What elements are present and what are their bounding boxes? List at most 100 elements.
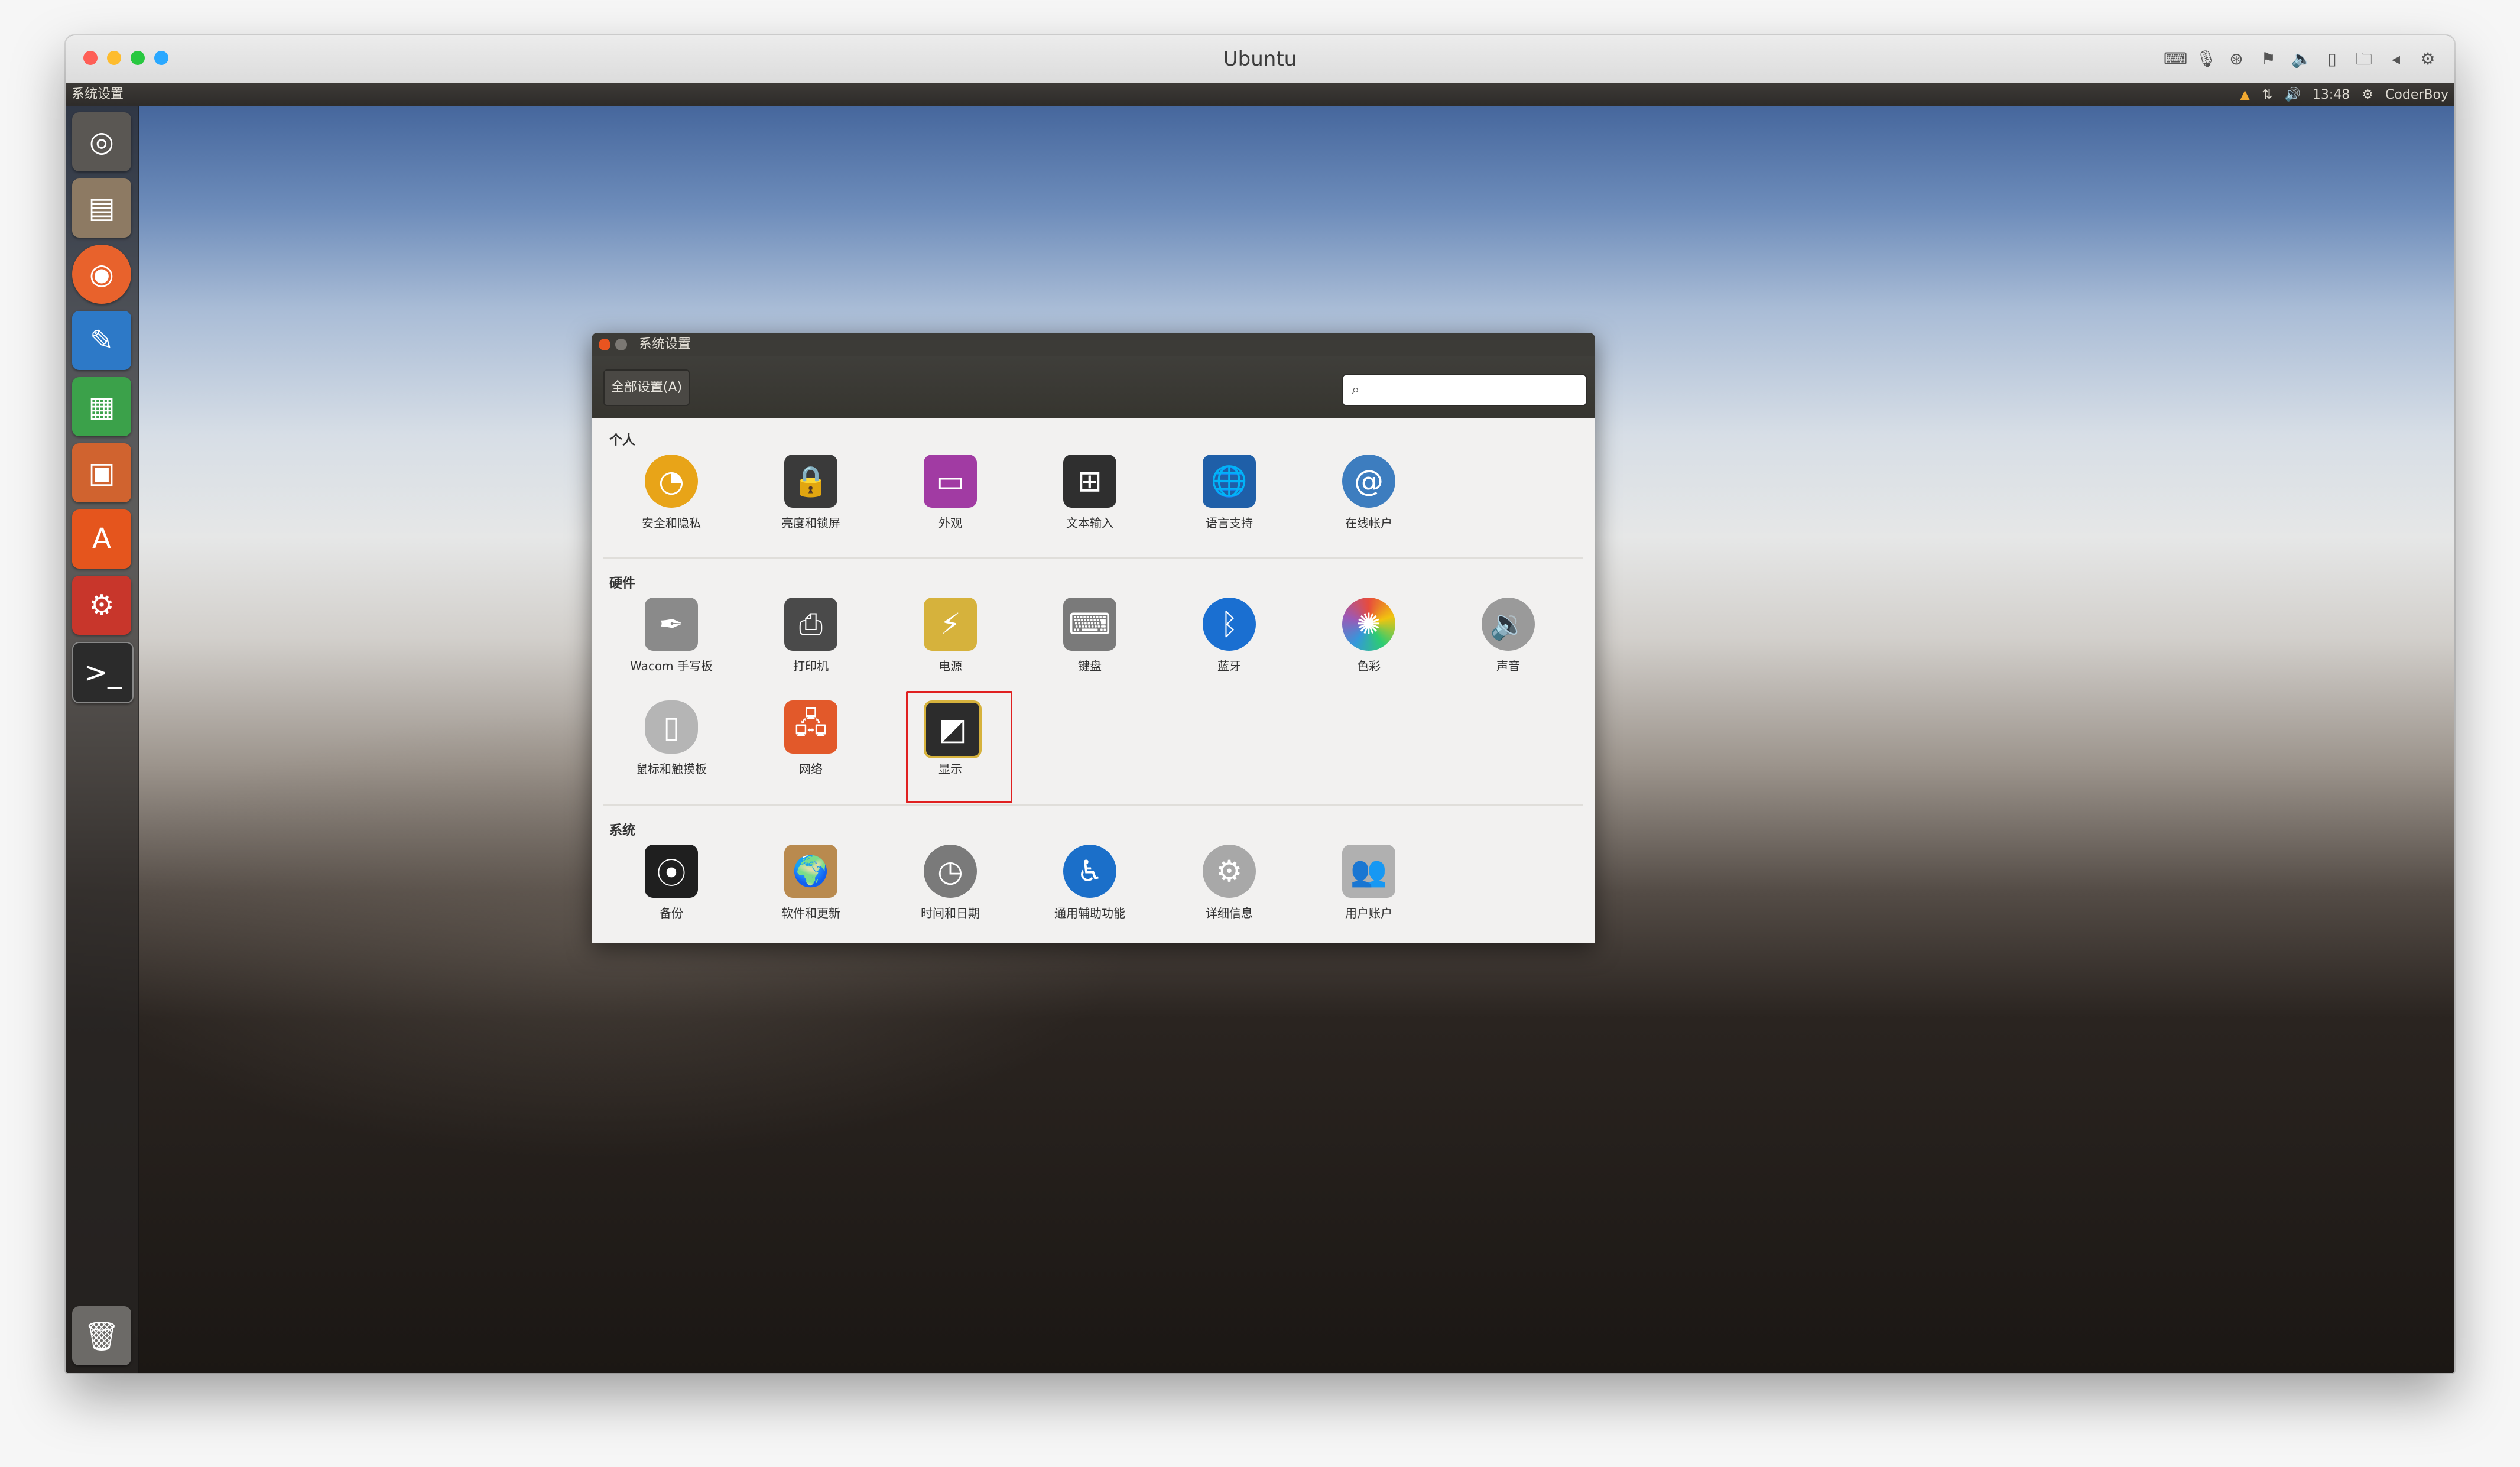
settings-item-sound[interactable]: 🔉 声音	[1446, 598, 1570, 698]
settings-body: 个人 ◔ 安全和隐私 🔒 亮度和锁屏 ▭ 外观 ⊞ 文本输入 🌐 语言支持 @ …	[592, 418, 1595, 943]
settings-item-power[interactable]: ⚡ 电源	[888, 598, 1012, 698]
terminal-icon[interactable]: >_	[72, 642, 134, 703]
item-label: 亮度和锁屏	[781, 516, 840, 530]
settings-item-language-support[interactable]: 🌐 语言支持	[1167, 455, 1291, 555]
window-title: Ubuntu	[1223, 47, 1297, 71]
item-label: 色彩	[1357, 659, 1381, 673]
item-label: 通用辅助功能	[1054, 906, 1125, 920]
printer-icon: ⎙	[784, 598, 837, 651]
all-settings-button[interactable]: 全部设置(A)	[603, 369, 690, 406]
settings-item-mouse-touchpad[interactable]: ▯ 鼠标和触摸板	[609, 700, 733, 801]
bluetooth-icon: ᛒ	[1203, 598, 1256, 651]
item-label: 打印机	[793, 659, 829, 673]
settings-item-text-entry[interactable]: ⊞ 文本输入	[1028, 455, 1152, 555]
ubuntu-top-panel: 系统设置 ▲ ⇅ 🔊 13:48 ⚙ CoderBoy	[66, 83, 2454, 106]
item-label: 电源	[938, 659, 962, 673]
usb-icon[interactable]: ⊛	[2227, 50, 2245, 68]
folder-icon[interactable]: 🗀	[2355, 50, 2373, 68]
keyboard-icon: ⌨	[1063, 598, 1116, 651]
appearance-icon: ▭	[924, 455, 977, 508]
item-label: 蓝牙	[1217, 659, 1241, 673]
settings-item-software-updates[interactable]: 🌍 软件和更新	[749, 845, 873, 943]
security-privacy-icon: ◔	[645, 455, 698, 508]
system-settings-window: 系统设置 全部设置(A) ⌕ 个人 ◔ 安全和隐私 🔒 亮度和锁屏 ▭ 外观 ⊞…	[592, 333, 1595, 943]
settings-item-universal-access[interactable]: ♿ 通用辅助功能	[1028, 845, 1152, 943]
backup-icon: ⦿	[645, 845, 698, 898]
user-accounts-icon: 👥	[1342, 845, 1395, 898]
system-settings-icon[interactable]: ⚙	[72, 576, 131, 635]
settings-close-button[interactable]	[599, 339, 610, 350]
impress-icon[interactable]: ▣	[72, 443, 131, 502]
session-gear-icon[interactable]: ⚙	[2362, 87, 2373, 102]
settings-item-details[interactable]: ⚙ 详细信息	[1167, 845, 1291, 943]
user-name[interactable]: CoderBoy	[2385, 87, 2448, 102]
settings-minimize-button[interactable]	[615, 339, 627, 350]
gear-icon[interactable]: ⚙	[2419, 50, 2437, 68]
microphone-icon[interactable]: 🎙	[2196, 50, 2217, 68]
power-icon: ⚡	[924, 598, 977, 651]
online-accounts-icon: @	[1342, 455, 1395, 508]
firefox-icon[interactable]: ◉	[72, 245, 131, 304]
update-icon[interactable]: ▲	[2240, 87, 2250, 102]
item-label: 文本输入	[1066, 516, 1113, 530]
section-heading-personal: 个人	[609, 433, 636, 448]
files-icon[interactable]: ▤	[72, 178, 131, 238]
software-updates-icon: 🌍	[784, 845, 837, 898]
wacom-tablet-icon: ✒	[645, 598, 698, 651]
keyboard-icon[interactable]: ⌨	[2164, 50, 2187, 68]
search-input[interactable]	[1373, 379, 1576, 401]
item-label: 语言支持	[1206, 516, 1253, 530]
settings-item-user-accounts[interactable]: 👥 用户账户	[1307, 845, 1431, 943]
settings-item-security-privacy[interactable]: ◔ 安全和隐私	[609, 455, 733, 555]
item-label: 在线帐户	[1345, 516, 1392, 530]
color-icon: ✺	[1342, 598, 1395, 651]
settings-item-printer[interactable]: ⎙ 打印机	[749, 598, 873, 698]
search-field[interactable]: ⌕	[1342, 374, 1587, 406]
clock[interactable]: 13:48	[2313, 87, 2350, 102]
section-divider	[603, 557, 1583, 559]
item-label: 详细信息	[1206, 906, 1253, 920]
writer-icon[interactable]: ✎	[72, 311, 131, 370]
software-center-icon[interactable]: A	[72, 509, 131, 569]
settings-title: 系统设置	[639, 337, 691, 352]
settings-titlebar: 系统设置	[592, 333, 1595, 356]
item-label: 软件和更新	[781, 906, 840, 920]
item-label: 外观	[938, 516, 962, 530]
settings-item-keyboard[interactable]: ⌨ 键盘	[1028, 598, 1152, 698]
indicator-area: ▲ ⇅ 🔊 13:48 ⚙ CoderBoy	[2240, 83, 2448, 106]
item-label: 安全和隐私	[642, 516, 701, 530]
item-label: 鼠标和触摸板	[636, 762, 707, 776]
item-label: 键盘	[1078, 659, 1102, 673]
settings-item-wacom[interactable]: ✒ Wacom 手写板	[609, 598, 733, 698]
volume-icon[interactable]: 🔊	[2285, 87, 2301, 102]
settings-item-network[interactable]: 🖧 网络	[749, 700, 873, 801]
time-date-icon: ◷	[924, 845, 977, 898]
trash-icon[interactable]: 🗑	[72, 1306, 131, 1365]
universal-access-icon: ♿	[1063, 845, 1116, 898]
speaker-icon[interactable]: 🔈	[2291, 50, 2312, 68]
tablet-icon[interactable]: ▯	[2323, 50, 2341, 68]
settings-item-time-date[interactable]: ◷ 时间和日期	[888, 845, 1012, 943]
network-indicator-icon[interactable]: ⇅	[2262, 87, 2272, 102]
active-app-name: 系统设置	[72, 87, 124, 102]
item-label: 用户账户	[1345, 906, 1392, 920]
settings-item-online-accounts[interactable]: @ 在线帐户	[1307, 455, 1431, 555]
mac-titlebar: Ubuntu ⌨ 🎙 ⊛ ⚑ 🔈 ▯ 🗀 ◂ ⚙	[66, 35, 2454, 84]
back-icon[interactable]: ◂	[2387, 50, 2405, 68]
settings-item-color[interactable]: ✺ 色彩	[1307, 598, 1431, 698]
display-highlight-box	[906, 691, 1012, 803]
item-label: Wacom 手写板	[630, 659, 713, 673]
flag-icon[interactable]: ⚑	[2259, 50, 2277, 68]
settings-item-appearance[interactable]: ▭ 外观	[888, 455, 1012, 555]
brightness-lock-icon: 🔒	[784, 455, 837, 508]
settings-item-bluetooth[interactable]: ᛒ 蓝牙	[1167, 598, 1291, 698]
ubuntu-logo-icon[interactable]: ◎	[72, 112, 131, 171]
search-icon: ⌕	[1352, 381, 1360, 398]
settings-item-brightness-lock[interactable]: 🔒 亮度和锁屏	[749, 455, 873, 555]
calc-icon[interactable]: ▦	[72, 377, 131, 436]
settings-item-backup[interactable]: ⦿ 备份	[609, 845, 733, 943]
item-label: 备份	[660, 906, 683, 920]
vm-toolbar: ⌨ 🎙 ⊛ ⚑ 🔈 ▯ 🗀 ◂ ⚙	[2164, 47, 2437, 71]
sound-icon: 🔉	[1482, 598, 1535, 651]
text-entry-icon: ⊞	[1063, 455, 1116, 508]
